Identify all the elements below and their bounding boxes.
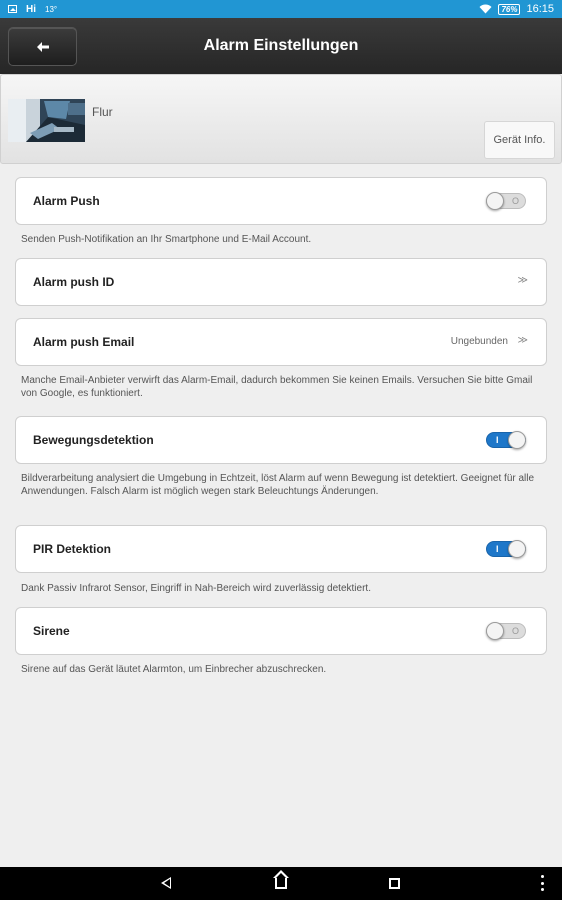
camera-thumbnail[interactable] [8,99,85,142]
alarm-push-description: Senden Push-Notifikation an Ihr Smartpho… [21,234,312,245]
setting-row-alarm-push-id[interactable]: Alarm push ID ≫ [15,258,547,306]
nav-recent-apps-icon[interactable] [389,878,400,889]
setting-row-motion-detection[interactable]: Bewegungsdetektion I [15,416,547,464]
back-button[interactable] [8,27,77,66]
siren-toggle[interactable]: O [486,622,526,640]
alarm-push-email-label: Alarm push Email [33,335,135,349]
nav-back-icon[interactable] [161,877,171,889]
chevron-right-icon: ≫ [517,335,528,346]
motion-detection-toggle[interactable]: I [486,431,526,449]
alarm-push-label: Alarm Push [33,194,100,208]
toggle-knob [486,622,504,640]
motion-detection-description: Bildverarbeitung analysiert die Umgebung… [21,473,535,497]
pir-detection-description: Dank Passiv Infrarot Sensor, Eingriff in… [21,583,371,594]
device-info-button[interactable]: Gerät Info. [484,121,555,159]
pir-detection-label: PIR Detektion [33,542,112,556]
nav-home-icon[interactable] [273,870,289,889]
clock: 16:15 [526,3,554,15]
alarm-push-email-value: Ungebunden [450,336,508,347]
alarm-push-id-label: Alarm push ID [33,275,115,289]
title-bar: Alarm Einstellungen [0,18,562,74]
status-bar: Hi 13° 76% 16:15 [0,0,562,18]
motion-detection-label: Bewegungsdetektion [33,433,154,447]
alarm-push-toggle[interactable]: O [486,192,526,210]
toggle-state-mark: I [496,544,499,554]
toggle-knob [508,540,526,558]
setting-row-pir-detection[interactable]: PIR Detektion I [15,525,547,573]
carrier-label: Hi [26,3,36,15]
battery-level: 76% [501,4,518,14]
setting-row-siren[interactable]: Sirene O [15,607,547,655]
device-header: Flur Gerät Info. [0,74,562,164]
siren-description: Sirene auf das Gerät läutet Alarmton, um… [21,664,327,675]
toggle-state-mark: O [511,626,519,636]
setting-row-alarm-push-email[interactable]: Alarm push Email Ungebunden ≫ [15,318,547,366]
pir-detection-toggle[interactable]: I [486,540,526,558]
page-title: Alarm Einstellungen [203,37,359,54]
alarm-push-email-description: Manche Email-Anbieter verwirft das Alarm… [21,375,533,399]
nav-menu-icon[interactable] [541,875,545,891]
siren-label: Sirene [33,624,70,638]
navigation-bar [0,867,562,900]
image-icon [8,5,17,13]
temperature-label: 13° [45,4,58,14]
battery-icon: 76% [498,3,521,15]
device-name: Flur [92,105,113,119]
toggle-knob [508,431,526,449]
setting-row-alarm-push[interactable]: Alarm Push O [15,177,547,225]
chevron-right-icon: ≫ [517,275,528,286]
back-arrow-icon [36,41,49,52]
toggle-state-mark: I [496,435,499,445]
toggle-knob [486,192,504,210]
wifi-icon [479,4,492,14]
toggle-state-mark: O [511,196,519,206]
